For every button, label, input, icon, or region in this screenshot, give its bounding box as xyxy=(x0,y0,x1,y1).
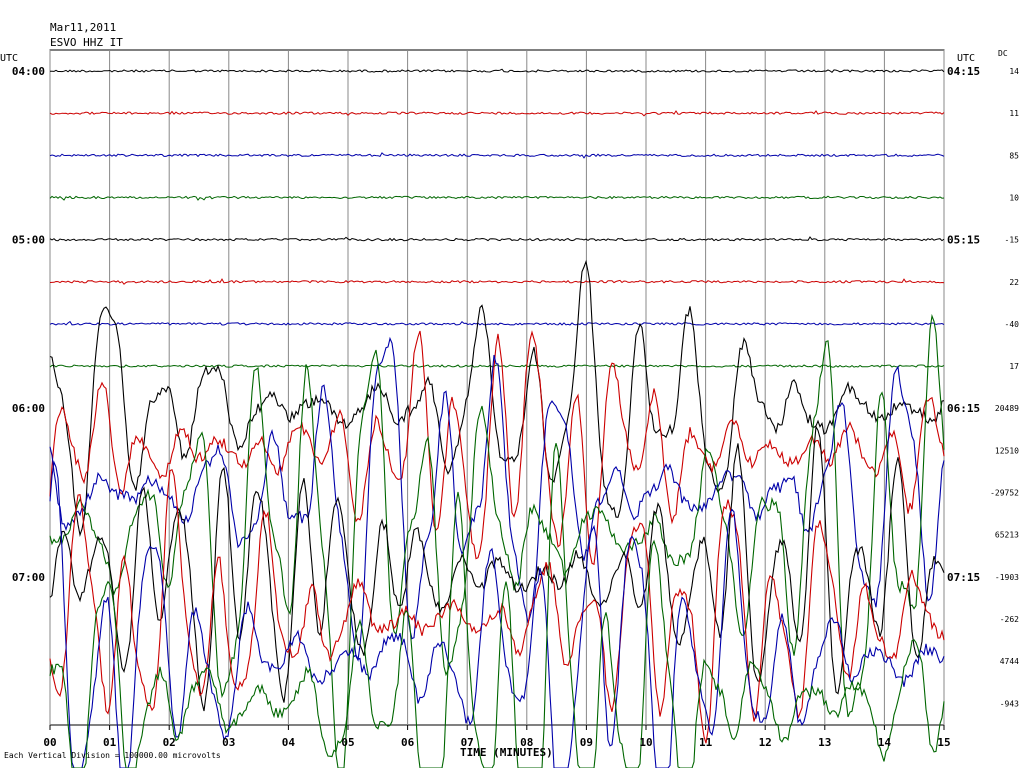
x-tick-label: 01 xyxy=(103,736,117,749)
dc-value-label: 17 xyxy=(1009,362,1019,371)
dc-value-label: 11 xyxy=(1009,109,1019,118)
right-hour-label: 07:15 xyxy=(947,571,980,584)
right-hour-label: 04:15 xyxy=(947,65,980,78)
x-tick-label: 03 xyxy=(222,736,235,749)
right-hour-label: 06:15 xyxy=(947,402,980,415)
dc-value-label: -262 xyxy=(1000,615,1019,624)
chart-station: ESVO HHZ IT xyxy=(50,36,123,49)
x-tick-label: 06 xyxy=(401,736,415,749)
x-tick-label: 07 xyxy=(461,736,474,749)
x-tick-label: 00 xyxy=(43,736,56,749)
x-tick-label: 12 xyxy=(759,736,772,749)
dc-value-label: 4744 xyxy=(1000,657,1019,666)
left-hour-label: 05:00 xyxy=(12,234,45,247)
dc-value-label: 65213 xyxy=(995,531,1019,540)
x-axis-title: TIME (MINUTES) xyxy=(460,746,553,759)
footer-note: Each Vertical Division = 100000.00 micro… xyxy=(4,751,221,760)
right-hour-label: 05:15 xyxy=(947,234,980,247)
right-utc-label: UTC xyxy=(957,53,975,64)
dc-value-label: -943 xyxy=(1000,699,1019,708)
x-tick-label: 04 xyxy=(282,736,296,749)
dc-value-label: 12510 xyxy=(995,446,1019,455)
x-tick-label: 14 xyxy=(878,736,892,749)
dc-value-label: 20489 xyxy=(995,404,1019,413)
dc-value-label: 22 xyxy=(1009,278,1019,287)
left-hour-label: 07:00 xyxy=(12,571,45,584)
dc-value-label: -40 xyxy=(1005,320,1020,329)
dc-value-label: -15 xyxy=(1005,236,1020,245)
dc-value-label: 14 xyxy=(1009,67,1019,76)
x-tick-label: 15 xyxy=(937,736,950,749)
x-tick-label: 10 xyxy=(639,736,652,749)
x-tick-label: 02 xyxy=(163,736,176,749)
dc-value-label: -1903 xyxy=(995,573,1019,582)
left-hour-label: 04:00 xyxy=(12,65,45,78)
dc-value-label: 85 xyxy=(1009,151,1019,160)
left-utc-label: UTC xyxy=(0,53,18,64)
dc-value-label: -29752 xyxy=(990,489,1019,498)
chart-date: Mar11,2011 xyxy=(50,21,116,34)
x-tick-label: 08 xyxy=(520,736,533,749)
x-tick-label: 11 xyxy=(699,736,713,749)
helicorder-chart: Mar11,2011 ESVO HHZ IT UTC UTC DC TIME (… xyxy=(0,0,1024,768)
left-hour-label: 06:00 xyxy=(12,402,45,415)
dc-value-label: 10 xyxy=(1009,193,1019,202)
x-tick-label: 13 xyxy=(818,736,831,749)
x-tick-label: 09 xyxy=(580,736,593,749)
x-tick-label: 05 xyxy=(341,736,354,749)
dc-header: DC xyxy=(998,49,1008,58)
